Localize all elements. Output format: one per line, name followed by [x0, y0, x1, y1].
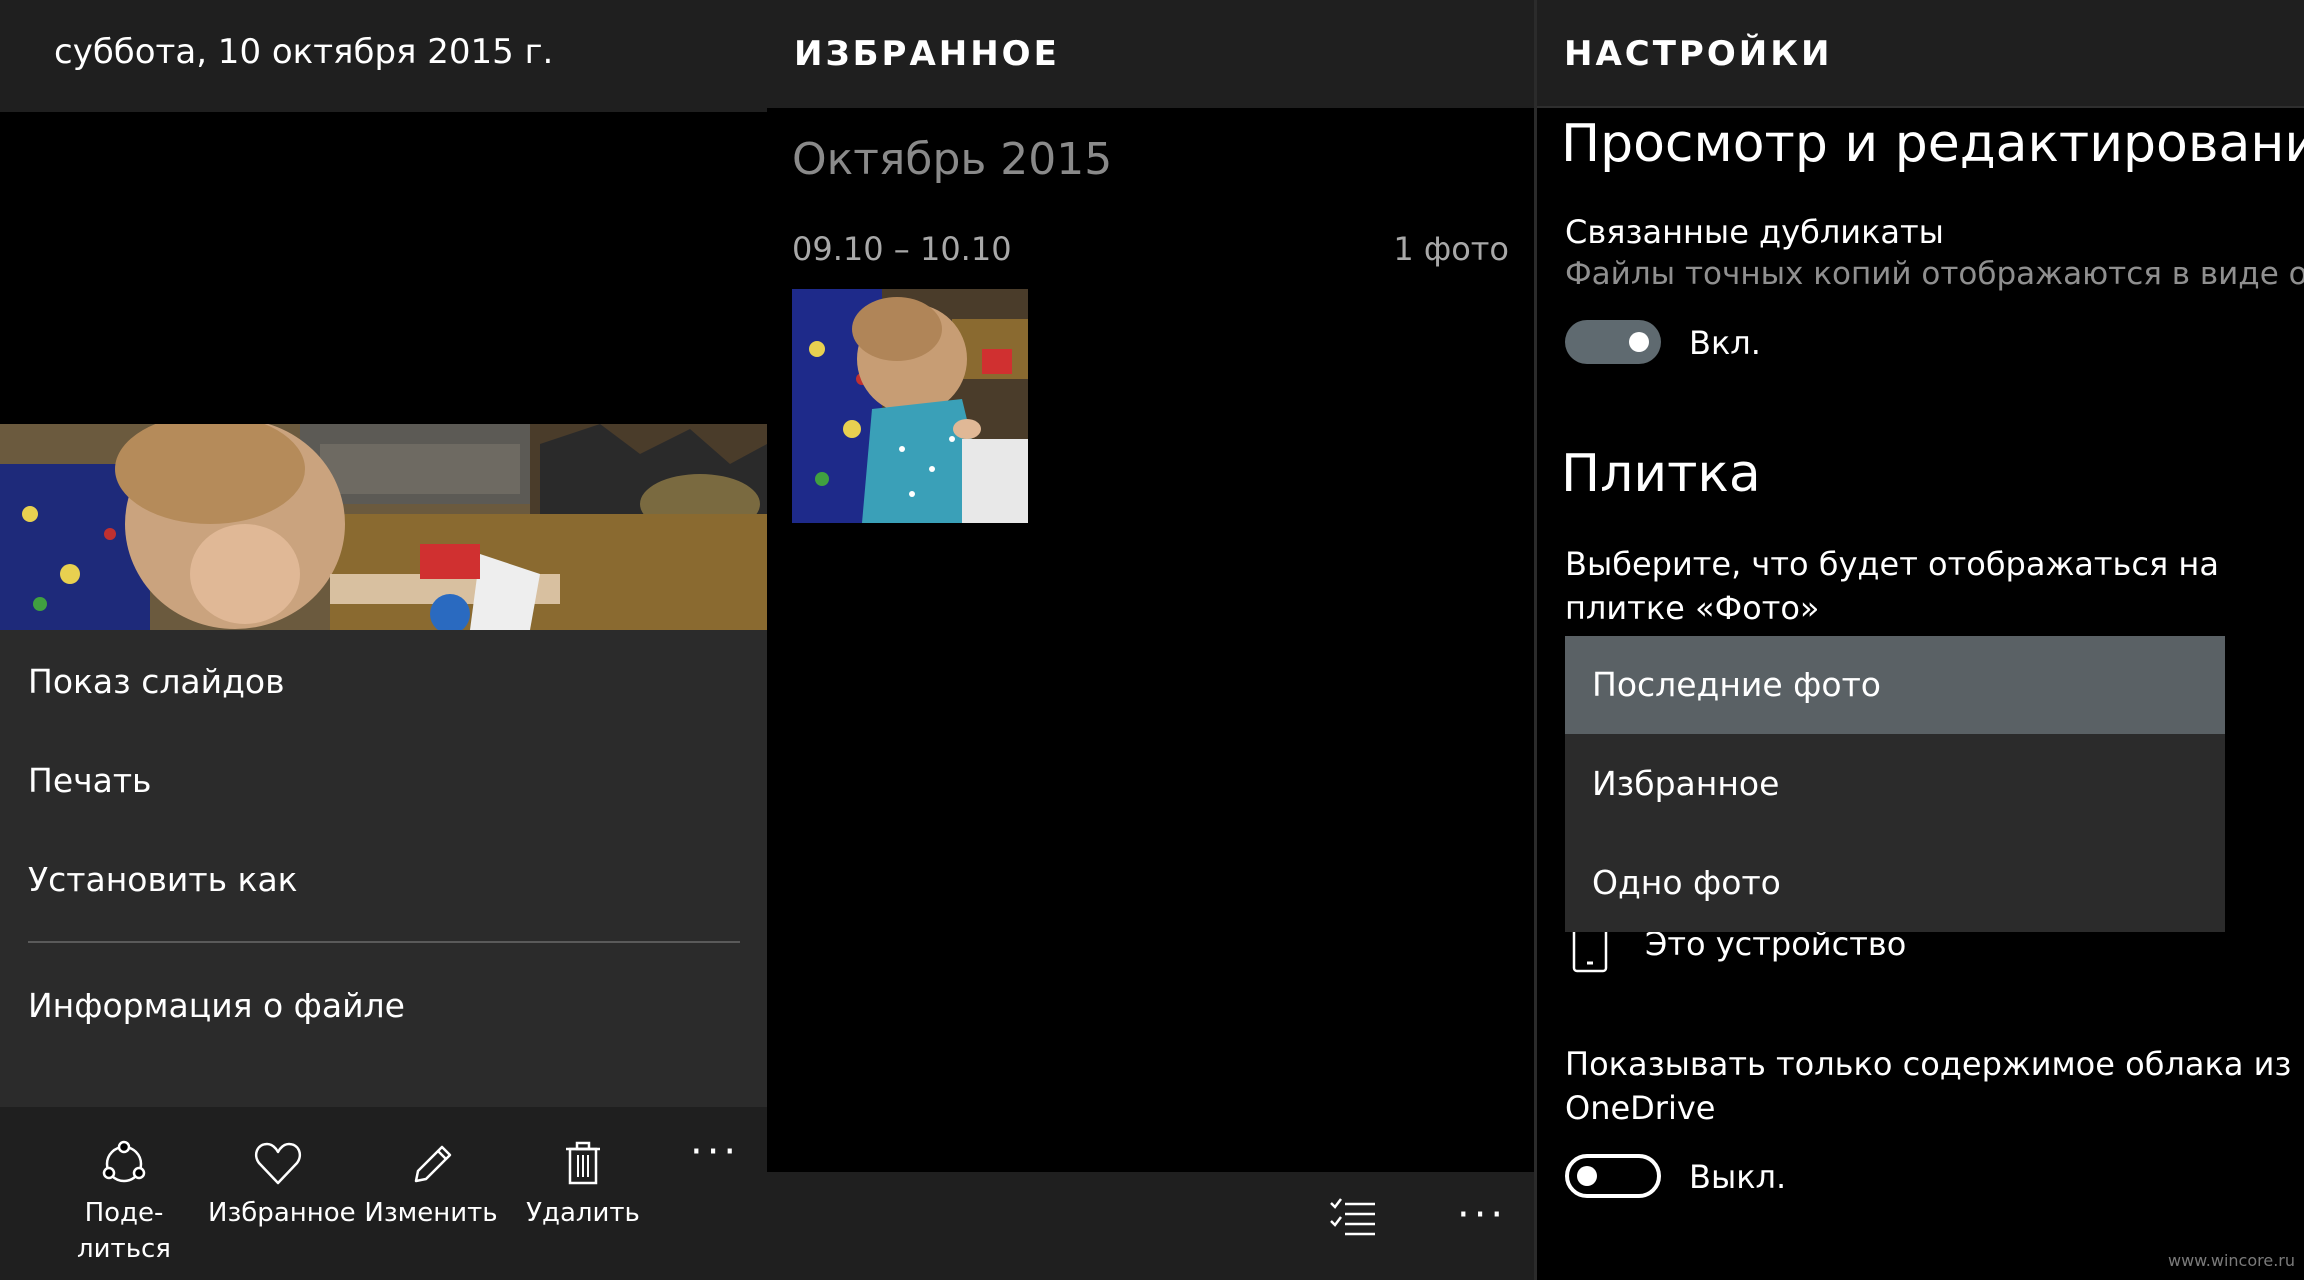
photo-thumbnail[interactable] — [792, 289, 1028, 523]
settings-header: НАСТРОЙКИ — [1537, 0, 2304, 108]
onedrive-state: Выкл. — [1689, 1158, 1787, 1196]
toggle-knob — [1577, 1166, 1597, 1186]
date-range: 09.10 – 10.10 — [792, 230, 1012, 268]
menu-item-set-as[interactable]: Установить как — [28, 860, 298, 899]
trash-icon — [566, 1141, 600, 1185]
pencil-icon — [414, 1145, 452, 1183]
favorite-button[interactable]: Избранное — [208, 1137, 356, 1231]
watermark: www.wincore.ru — [2167, 1251, 2295, 1270]
onedrive-label-line1: Показывать только содержимое облака из — [1565, 1045, 2292, 1083]
favorites-panel: ИЗБРАННОЕ Октябрь 2015 09.10 – 10.10 1 ф… — [767, 0, 1534, 1280]
edit-label: Изменить — [364, 1198, 498, 1228]
tile-label-line2: плитке «Фото» — [1565, 589, 1820, 627]
section-view-edit: Просмотр и редактирование — [1561, 114, 2304, 174]
share-button[interactable]: Поде- литься — [54, 1137, 194, 1267]
photo-date: суббота, 10 октября 2015 г. — [54, 32, 554, 72]
favorite-label: Избранное — [208, 1198, 356, 1228]
menu-item-slideshow[interactable]: Показ слайдов — [28, 662, 285, 701]
settings-body: Просмотр и редактирование Связанные дубл… — [1537, 108, 2304, 1280]
edit-button[interactable]: Изменить — [361, 1137, 501, 1231]
heart-icon — [255, 1142, 301, 1185]
photo-viewer-panel: суббота, 10 октября 2015 г. Показ слайдо… — [0, 0, 767, 1280]
more-button[interactable]: ··· — [690, 1129, 740, 1175]
delete-label: Удалить — [526, 1198, 640, 1228]
photo-image — [0, 424, 767, 630]
option-single-photo[interactable]: Одно фото — [1565, 834, 2225, 932]
duplicates-state: Вкл. — [1689, 324, 1761, 362]
more-button[interactable]: ··· — [1457, 1192, 1507, 1238]
delete-button[interactable]: Удалить — [513, 1137, 653, 1231]
photo-app-bar: Поде- литься Избранное Изменить Удалить … — [0, 1107, 767, 1280]
toggle-knob — [1629, 332, 1649, 352]
onedrive-toggle[interactable] — [1565, 1154, 1661, 1198]
onedrive-label-line2: OneDrive — [1565, 1089, 1716, 1127]
photo-count: 1 фото — [1393, 230, 1509, 268]
favorites-title: ИЗБРАННОЕ — [794, 34, 1060, 74]
duplicates-toggle[interactable] — [1565, 320, 1661, 364]
section-tile: Плитка — [1561, 444, 1761, 504]
settings-title: НАСТРОЙКИ — [1564, 34, 1833, 74]
favorites-header: ИЗБРАННОЕ — [767, 0, 1534, 108]
option-recent-photos[interactable]: Последние фото — [1565, 636, 2225, 734]
context-menu: Показ слайдов Печать Установить как Инфо… — [0, 630, 767, 1107]
month-heading: Октябрь 2015 — [792, 134, 1113, 185]
duplicates-label: Связанные дубликаты — [1565, 213, 1944, 251]
option-favorites[interactable]: Избранное — [1565, 735, 2225, 833]
photo-header: суббота, 10 октября 2015 г. — [0, 0, 767, 112]
share-label: Поде- литься — [77, 1198, 171, 1264]
select-list-icon[interactable] — [1327, 1194, 1379, 1246]
share-icon — [102, 1140, 146, 1183]
thumbnail-image — [792, 289, 1028, 523]
tile-label-line1: Выберите, что будет отображаться на — [1565, 545, 2219, 583]
menu-item-file-info[interactable]: Информация о файле — [28, 986, 405, 1025]
tile-dropdown[interactable]: Последние фото Избранное Одно фото — [1565, 636, 2225, 932]
menu-item-print[interactable]: Печать — [28, 761, 152, 800]
settings-panel: НАСТРОЙКИ Просмотр и редактирование Связ… — [1534, 0, 2304, 1280]
menu-divider — [28, 941, 740, 943]
photo-preview[interactable] — [0, 424, 767, 630]
favorites-app-bar: ··· — [767, 1172, 1534, 1280]
duplicates-description: Файлы точных копий отображаются в виде о… — [1565, 256, 2304, 292]
phone-icon — [1572, 927, 1608, 973]
